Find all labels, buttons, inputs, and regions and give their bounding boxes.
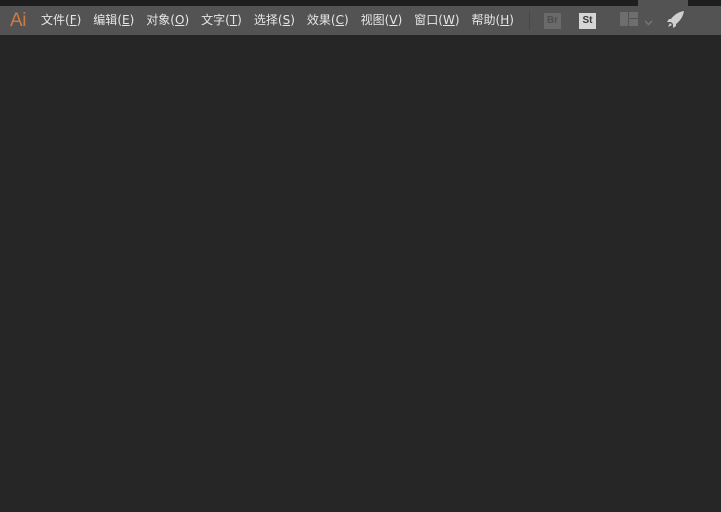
menu-edit[interactable]: 编辑(E): [88, 6, 139, 35]
menu-help[interactable]: 帮助(H): [467, 6, 519, 35]
menu-type[interactable]: 文字(T): [196, 6, 247, 35]
menu-object[interactable]: 对象(O): [141, 6, 194, 35]
bridge-button[interactable]: Br: [543, 12, 561, 29]
workspace-layout-icon: [619, 11, 638, 30]
chevron-down-icon: [644, 11, 653, 30]
menu-bar: Ai 文件(F) 编辑(E) 对象(O) 文字(T) 选择(S) 效果(C) 视…: [0, 6, 721, 35]
canvas-area[interactable]: [0, 35, 721, 512]
menu-effect[interactable]: 效果(C): [302, 6, 354, 35]
app-logo[interactable]: Ai: [0, 6, 36, 35]
menu-window[interactable]: 窗口(W): [409, 6, 464, 35]
menu-select[interactable]: 选择(S): [249, 6, 300, 35]
stock-button[interactable]: St: [578, 12, 596, 29]
menu-view[interactable]: 视图(V): [356, 6, 408, 35]
menu-file[interactable]: 文件(F): [36, 6, 86, 35]
menu-divider: [528, 11, 530, 30]
rocket-icon[interactable]: [666, 10, 685, 32]
workspace-switcher[interactable]: [619, 11, 667, 30]
